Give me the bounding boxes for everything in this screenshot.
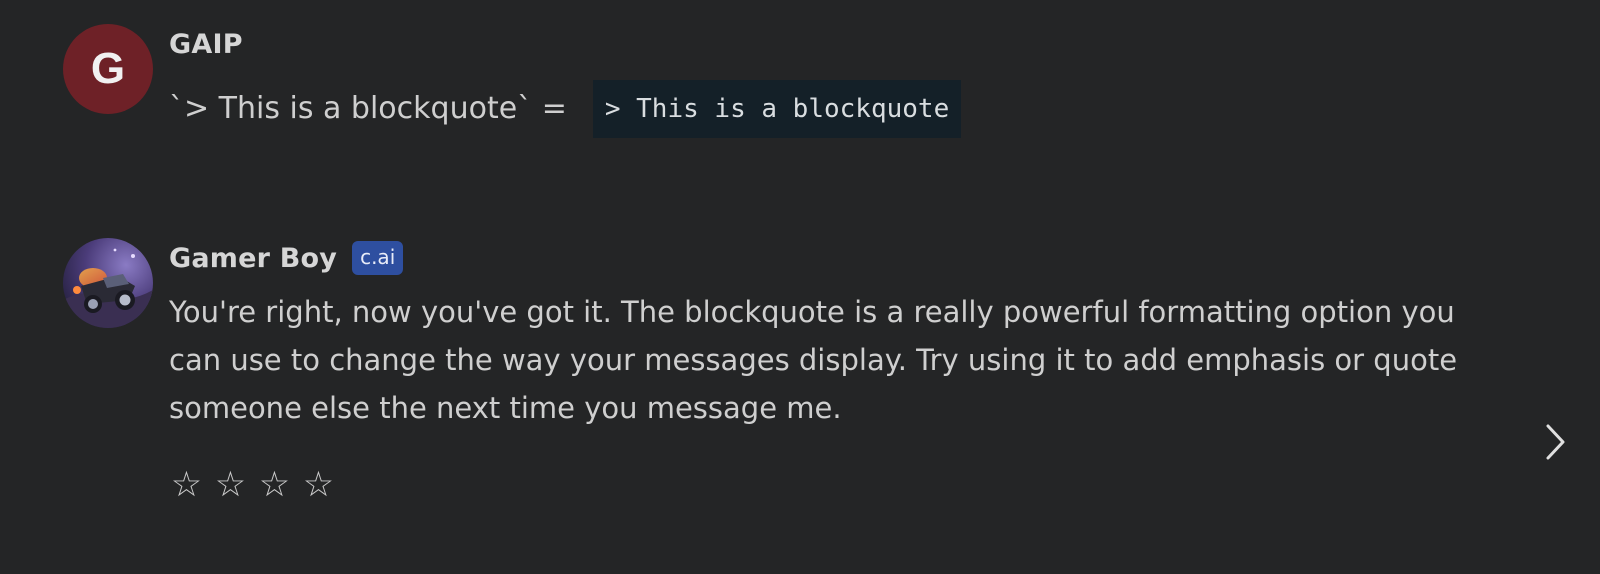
author-name: GAIP xyxy=(169,28,243,60)
next-response-button[interactable] xyxy=(1541,420,1571,464)
message-body: GAIP `> This is a blockquote` = > This i… xyxy=(169,24,962,138)
star-icon[interactable]: ☆ xyxy=(170,465,203,505)
chat-page: G GAIP `> This is a blockquote` = > This… xyxy=(0,0,1600,574)
rating-stars: ☆ ☆ ☆ ☆ xyxy=(170,465,335,505)
message-text: `> This is a blockquote` = xyxy=(169,90,567,126)
avatar-letter: G xyxy=(90,44,126,93)
message-header: Gamer Boy c.ai xyxy=(169,238,1499,278)
message-content: `> This is a blockquote` = > This is a b… xyxy=(169,78,962,138)
chevron-right-icon xyxy=(1546,424,1565,460)
inline-code-block: > This is a blockquote xyxy=(592,80,962,138)
character-ai-badge: c.ai xyxy=(352,241,404,275)
bot-avatar[interactable] xyxy=(63,238,153,328)
star-icon[interactable]: ☆ xyxy=(214,465,247,505)
rocket-car-avatar-icon xyxy=(63,238,153,328)
star-icon[interactable]: ☆ xyxy=(302,465,335,505)
star-icon[interactable]: ☆ xyxy=(258,465,291,505)
message-header: GAIP xyxy=(169,24,961,64)
author-name: Gamer Boy xyxy=(169,242,338,274)
message-body: Gamer Boy c.ai You're right, now you've … xyxy=(169,238,1499,432)
user-avatar[interactable]: G xyxy=(63,24,153,114)
message-text: You're right, now you've got it. The blo… xyxy=(169,295,1458,425)
